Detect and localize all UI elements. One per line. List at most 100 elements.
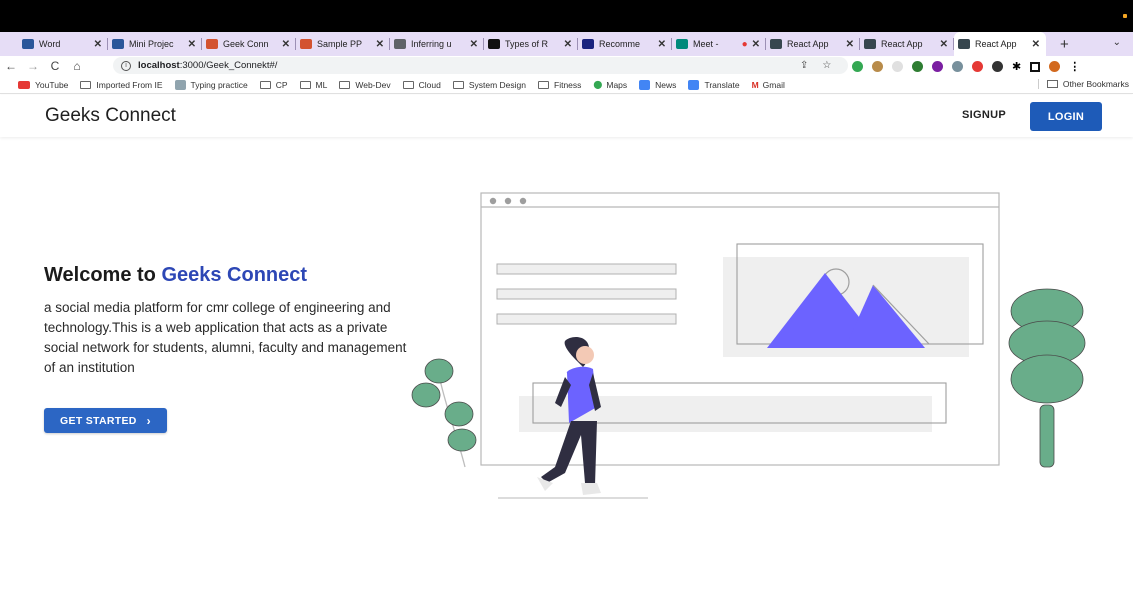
- bookmark-label: Imported From IE: [96, 79, 163, 90]
- close-tab-icon[interactable]: ✕: [564, 39, 572, 50]
- close-tab-icon[interactable]: ✕: [1032, 39, 1040, 50]
- bookmark-item[interactable]: Imported From IE: [80, 79, 163, 90]
- login-button[interactable]: LOGIN: [1030, 102, 1102, 131]
- browser-tab[interactable]: React App ✕: [860, 32, 954, 56]
- hero-illustration: [411, 192, 1086, 499]
- url-actions: ⇪ ☆: [800, 60, 831, 71]
- close-tab-icon[interactable]: ✕: [658, 39, 666, 50]
- side-panel-icon[interactable]: [1030, 61, 1041, 72]
- close-tab-icon[interactable]: ✕: [846, 39, 854, 50]
- tab-title: React App: [881, 39, 923, 49]
- bookmark-star-icon[interactable]: ☆: [822, 60, 831, 71]
- close-tab-icon[interactable]: ✕: [376, 39, 384, 50]
- bookmark-item[interactable]: YouTube: [18, 80, 68, 90]
- bookmark-label: System Design: [468, 79, 527, 90]
- brand-title[interactable]: Geeks Connect: [45, 105, 176, 127]
- share-icon[interactable]: ⇪: [800, 60, 808, 71]
- bookmark-label: Cloud: [418, 79, 441, 90]
- bookmark-item[interactable]: Translate: [688, 79, 740, 90]
- tab-favicon-icon: [770, 39, 782, 49]
- profile-avatar[interactable]: [1049, 61, 1061, 72]
- url-input[interactable]: i localhost:3000/Geek_Connekt#/: [113, 57, 848, 74]
- tab-title: Inferring u: [411, 39, 452, 49]
- app-header: Geeks Connect SIGNUP LOGIN: [0, 95, 1133, 137]
- bookmark-label: Gmail: [762, 79, 785, 90]
- folder-icon: [402, 80, 414, 89]
- illustration-plant-left: [411, 358, 477, 468]
- bookmark-item[interactable]: System Design: [452, 79, 527, 90]
- illustration-text-line: [496, 263, 677, 275]
- youtube-icon: [18, 80, 30, 89]
- tab-favicon-icon: [958, 39, 970, 49]
- os-top-bar: [0, 0, 1133, 32]
- bookmark-item[interactable]: News: [639, 79, 676, 90]
- extension-icon[interactable]: [872, 61, 883, 72]
- browser-menu-icon[interactable]: ⋮: [1069, 60, 1080, 73]
- browser-tab[interactable]: Word ✕: [18, 32, 108, 56]
- bookmark-item[interactable]: M Gmail: [752, 80, 785, 90]
- illustration-tree-right: [1008, 288, 1086, 468]
- close-tab-icon[interactable]: ✕: [940, 39, 948, 50]
- close-tab-icon[interactable]: ✕: [94, 39, 102, 50]
- bookmark-item[interactable]: Typing practice: [174, 79, 248, 90]
- close-tab-icon[interactable]: ✕: [188, 39, 196, 50]
- extension-icon[interactable]: [952, 61, 963, 72]
- folder-icon: [80, 80, 92, 89]
- tab-favicon-icon: [300, 39, 312, 49]
- gmail-icon: M: [751, 79, 759, 90]
- browser-tab[interactable]: React App ✕: [766, 32, 860, 56]
- browser-tab[interactable]: Types of R ✕: [484, 32, 578, 56]
- other-bookmarks-folder[interactable]: Other Bookmarks: [1037, 79, 1129, 89]
- extension-icon[interactable]: [852, 61, 863, 72]
- site-info-icon[interactable]: i: [121, 60, 131, 71]
- browser-tab[interactable]: Meet - ● ✕: [672, 32, 766, 56]
- tab-search-chevron-icon[interactable]: ⌄: [1113, 37, 1121, 48]
- browser-tab[interactable]: Inferring u ✕: [390, 32, 484, 56]
- get-started-button[interactable]: GET STARTED ›: [44, 408, 167, 433]
- extension-icon[interactable]: [932, 61, 943, 72]
- close-tab-icon[interactable]: ✕: [470, 39, 478, 50]
- address-bar: ← → C ⌂ i localhost:3000/Geek_Connekt#/ …: [0, 56, 1133, 76]
- bookmark-label: Maps: [606, 79, 628, 90]
- tab-strip: Word ✕ Mini Projec ✕ Geek Conn ✕ Sample PP ✕ Inf…: [0, 32, 1133, 56]
- browser-tab[interactable]: Geek Conn ✕: [202, 32, 296, 56]
- close-tab-icon[interactable]: ✕: [282, 39, 290, 50]
- signup-button[interactable]: SIGNUP: [962, 109, 1006, 121]
- extensions-puzzle-icon[interactable]: ✱: [1012, 60, 1021, 73]
- translate-icon: [688, 79, 700, 90]
- tab-title: React App: [975, 39, 1017, 49]
- url-host: localhost: [138, 60, 180, 71]
- home-button[interactable]: ⌂: [66, 59, 88, 73]
- bookmark-item[interactable]: CP: [259, 80, 288, 90]
- folder-icon: [1046, 80, 1058, 88]
- extension-icon[interactable]: [912, 61, 923, 72]
- browser-tab[interactable]: React App ✕: [954, 32, 1046, 56]
- tab-title: Geek Conn: [223, 39, 269, 49]
- tab-favicon-icon: [22, 39, 34, 49]
- tab-title: Recomme: [599, 39, 641, 49]
- chevron-right-icon: ›: [146, 413, 151, 428]
- extension-icon[interactable]: [992, 61, 1003, 72]
- tab-title: Sample PP: [317, 39, 363, 49]
- folder-icon: [299, 80, 311, 89]
- bookmark-item[interactable]: Web-Dev: [339, 80, 391, 90]
- bookmark-item[interactable]: Cloud: [402, 79, 441, 90]
- close-tab-icon[interactable]: ✕: [752, 39, 760, 50]
- forward-button[interactable]: →: [22, 59, 44, 73]
- bookmark-item[interactable]: ⬤ Maps: [593, 80, 627, 90]
- bookmark-item[interactable]: ML: [299, 80, 327, 90]
- bookmark-item[interactable]: Fitness: [538, 80, 581, 90]
- extension-icon[interactable]: [892, 61, 903, 72]
- back-button[interactable]: ←: [0, 59, 22, 73]
- folder-icon: [538, 80, 550, 89]
- browser-tab[interactable]: Recomme ✕: [578, 32, 672, 56]
- bookmark-label: YouTube: [35, 79, 69, 90]
- browser-tab[interactable]: Mini Projec ✕: [108, 32, 202, 56]
- new-tab-button[interactable]: +: [1060, 36, 1069, 53]
- bookmark-label: Fitness: [554, 79, 582, 90]
- tab-title: Word: [39, 39, 61, 49]
- recording-indicator-icon: ●: [741, 38, 748, 50]
- reload-button[interactable]: C: [44, 59, 66, 73]
- browser-tab[interactable]: Sample PP ✕: [296, 32, 390, 56]
- extension-icon[interactable]: [972, 61, 983, 72]
